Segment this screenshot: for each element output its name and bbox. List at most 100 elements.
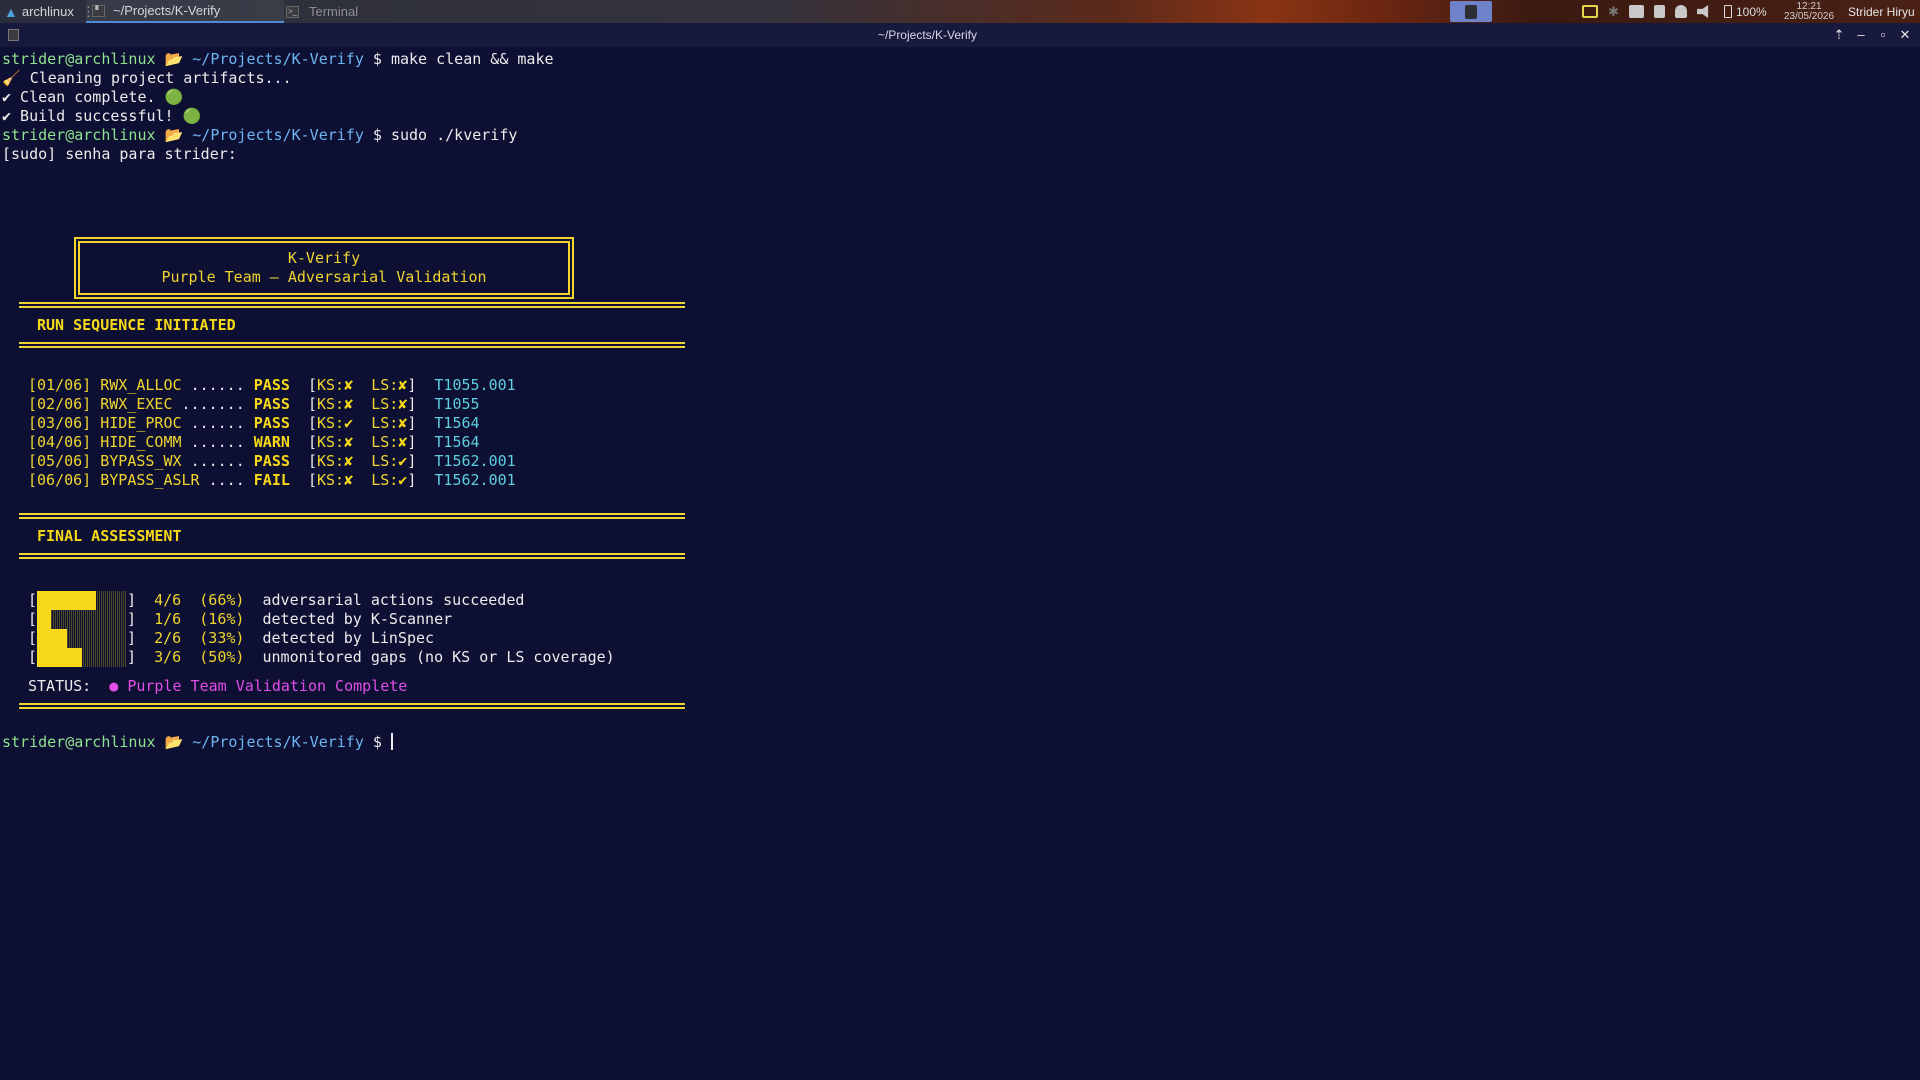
ks-status: [KS:✔ LS:✘] <box>307 414 417 432</box>
terminal-output[interactable]: strider@archlinux 📂 ~/Projects/K-Verify … <box>0 47 1920 1080</box>
distro-label: archlinux <box>21 4 74 19</box>
keep-above-icon[interactable]: ⇡ <box>1829 25 1849 45</box>
folder-icon[interactable] <box>1628 5 1644 18</box>
assessment-ratio: 3/6 <box>154 648 182 666</box>
terminal-icon: >_ <box>286 5 299 18</box>
progress-fill <box>37 610 52 629</box>
test-dots: ...... <box>190 452 245 470</box>
test-name: BYPASS_WX <box>100 452 182 470</box>
mitre-technique: T1562.001 <box>434 471 516 489</box>
test-dots: ...... <box>190 414 245 432</box>
progress-bar <box>37 591 128 610</box>
terminal-app-icon: ▘ <box>92 4 105 17</box>
top-panel: ▲ archlinux ⋮ ▘ ~/Projects/K-Verify >_ T… <box>0 0 1920 23</box>
status-label: STATUS: <box>28 677 92 695</box>
test-dots: .... <box>208 471 245 489</box>
status-dot-icon: ● <box>109 677 119 695</box>
test-result: PASS <box>253 414 290 432</box>
mitre-technique: T1562.001 <box>434 452 516 470</box>
assessment-desc: adversarial actions succeeded <box>262 591 525 609</box>
test-name: RWX_ALLOC <box>100 376 182 394</box>
clock[interactable]: 12:21 23/05/2026 <box>1774 0 1844 23</box>
test-result: PASS <box>253 452 290 470</box>
test-dots: ...... <box>190 376 245 394</box>
window-title: ~/Projects/K-Verify <box>877 28 978 42</box>
final-header: FINAL ASSESSMENT <box>37 527 182 545</box>
test-index: [05/06] <box>28 452 92 470</box>
assessment-pct: (50%) <box>199 648 245 666</box>
progress-bar <box>37 648 128 667</box>
assessment-pct: (33%) <box>199 629 245 647</box>
folder-icon: 📂 <box>164 50 184 68</box>
display-icon[interactable] <box>1582 5 1598 18</box>
banner-subtitle: Purple Team – Adversarial Validation <box>161 268 487 286</box>
taskbar-tab-label: ~/Projects/K-Verify <box>113 3 221 18</box>
battery-indicator[interactable]: 100% <box>1724 0 1767 23</box>
taskbar-tab-active[interactable]: ▘ ~/Projects/K-Verify <box>86 0 284 23</box>
build-success-text: ✔ Build successful! <box>2 107 174 125</box>
test-result: WARN <box>253 433 290 451</box>
double-rule <box>19 302 685 308</box>
trash-icon[interactable] <box>1653 5 1665 18</box>
prompt-path: ~/Projects/K-Verify <box>192 126 364 144</box>
ks-status: [KS:✘ LS:✘] <box>307 376 417 394</box>
clean-complete-text: ✔ Clean complete. <box>2 88 156 106</box>
command-text: make clean && make <box>390 50 554 68</box>
progress-bar <box>37 610 128 629</box>
assessment-ratio: 2/6 <box>154 629 182 647</box>
test-index: [04/06] <box>28 433 92 451</box>
clock-time: 12:21 <box>1796 0 1822 12</box>
assessment-desc: unmonitored gaps (no KS or LS coverage) <box>262 648 615 666</box>
output-line: ✔ Clean complete. 🟢 <box>2 88 183 107</box>
minimize-button[interactable]: – <box>1851 25 1871 45</box>
ks-status: [KS:✘ LS:✔] <box>307 452 417 470</box>
test-row: [03/06] HIDE_PROC ...... PASS [KS:✔ LS:✘… <box>28 414 480 433</box>
taskbar-tab-terminal[interactable]: >_ Terminal <box>286 0 358 23</box>
clock-date: 23/05/2026 <box>1783 10 1835 22</box>
system-tray: ✱ <box>1582 0 1711 23</box>
test-dots: ....... <box>181 395 245 413</box>
folder-icon: 📂 <box>164 733 184 751</box>
test-name: RWX_EXEC <box>100 395 173 413</box>
ks-status: [KS:✘ LS:✔] <box>307 471 417 489</box>
test-name: BYPASS_ASLR <box>100 471 200 489</box>
test-index: [01/06] <box>28 376 92 394</box>
test-name: HIDE_COMM <box>100 433 182 451</box>
test-result: FAIL <box>253 471 290 489</box>
volume-icon[interactable] <box>1696 5 1709 18</box>
progress-fill <box>37 648 83 667</box>
progress-bar <box>37 629 128 648</box>
mitre-technique: T1564 <box>434 433 480 451</box>
green-circle-icon: 🟢 <box>164 88 184 106</box>
folder-icon: 📂 <box>164 126 184 144</box>
assessment-row: [] 3/6 (50%) unmonitored gaps (no KS or … <box>28 648 615 667</box>
banner-inner: K-Verify Purple Team – Adversarial Valid… <box>78 241 570 295</box>
user-menu[interactable]: Strider Hiryu <box>1848 0 1915 23</box>
bluetooth-icon[interactable]: ✱ <box>1608 4 1619 20</box>
pinned-app-button[interactable] <box>1450 1 1492 22</box>
notification-bell-icon[interactable] <box>1674 5 1687 18</box>
test-name: HIDE_PROC <box>100 414 182 432</box>
close-button[interactable]: ✕ <box>1895 25 1915 45</box>
prompt-symbol: $ <box>372 126 382 144</box>
test-result: PASS <box>253 376 290 394</box>
text-cursor <box>390 733 393 750</box>
test-index: [02/06] <box>28 395 92 413</box>
ks-status: [KS:✘ LS:✘] <box>307 395 417 413</box>
double-rule <box>19 342 685 348</box>
test-index: [06/06] <box>28 471 92 489</box>
assessment-pct: (16%) <box>199 610 245 628</box>
prompt-path: ~/Projects/K-Verify <box>192 50 364 68</box>
prompt-line[interactable]: strider@archlinux 📂 ~/Projects/K-Verify … <box>2 733 393 752</box>
test-row: [04/06] HIDE_COMM ...... WARN [KS:✘ LS:✘… <box>28 433 480 452</box>
prompt-path: ~/Projects/K-Verify <box>192 733 364 751</box>
app-icon <box>1465 4 1477 19</box>
sudo-prompt: [sudo] senha para strider: <box>2 145 237 163</box>
test-row: [02/06] RWX_EXEC ....... PASS [KS:✘ LS:✘… <box>28 395 480 414</box>
double-rule <box>19 703 685 709</box>
output-line: ✔ Build successful! 🟢 <box>2 107 201 126</box>
maximize-button[interactable]: ▫ <box>1873 25 1893 45</box>
double-rule <box>19 513 685 519</box>
assessment-pct: (66%) <box>199 591 245 609</box>
workspace-indicator[interactable]: ▲ archlinux ⋮ <box>0 0 95 23</box>
